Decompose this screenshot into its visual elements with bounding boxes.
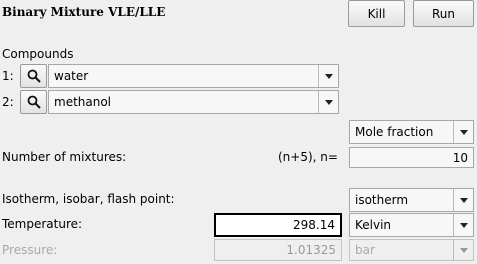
mixtures-label: Number of mixtures: bbox=[2, 150, 127, 164]
mode-select[interactable]: isotherm bbox=[349, 188, 474, 212]
compound-2-select[interactable]: methanol bbox=[48, 90, 339, 114]
temperature-input[interactable]: 298.14 bbox=[214, 213, 342, 237]
compound-1-index: 1: bbox=[2, 69, 14, 83]
window-title: Binary Mixture VLE/LLE bbox=[2, 5, 166, 19]
pressure-label: Pressure: bbox=[2, 243, 58, 257]
compound-2-dropdown-arrow[interactable] bbox=[318, 91, 338, 113]
pressure-input[interactable]: 1.01325 bbox=[214, 239, 342, 261]
composition-unit-value: Mole fraction bbox=[355, 125, 434, 139]
chevron-down-icon bbox=[324, 99, 333, 105]
chevron-down-icon bbox=[324, 73, 333, 79]
temperature-unit-value: Kelvin bbox=[355, 218, 392, 232]
composition-unit-dropdown-arrow[interactable] bbox=[453, 121, 473, 143]
compound-2-search-button[interactable] bbox=[20, 90, 47, 114]
compound-1-search-button[interactable] bbox=[20, 64, 47, 88]
mode-label: Isotherm, isobar, flash point: bbox=[2, 192, 175, 206]
compound-1-value: water bbox=[54, 69, 89, 83]
run-button[interactable]: Run bbox=[413, 0, 474, 27]
search-icon bbox=[27, 95, 41, 109]
temperature-unit-select[interactable]: Kelvin bbox=[349, 213, 474, 237]
composition-unit-select[interactable]: Mole fraction bbox=[349, 120, 474, 144]
mode-value: isotherm bbox=[355, 193, 409, 207]
chevron-down-icon bbox=[459, 129, 468, 135]
kill-button[interactable]: Kill bbox=[348, 0, 405, 27]
temperature-label: Temperature: bbox=[2, 217, 83, 231]
pressure-unit-value: bar bbox=[355, 243, 375, 257]
mode-dropdown-arrow[interactable] bbox=[453, 189, 473, 211]
compound-1-select[interactable]: water bbox=[48, 64, 339, 88]
compound-1-dropdown-arrow[interactable] bbox=[318, 65, 338, 87]
compound-2-value: methanol bbox=[54, 95, 112, 109]
pressure-unit-select[interactable]: bar bbox=[349, 239, 474, 261]
chevron-down-icon bbox=[459, 197, 468, 203]
compounds-heading: Compounds bbox=[2, 47, 74, 61]
chevron-down-icon bbox=[459, 222, 468, 228]
compound-2-index: 2: bbox=[2, 95, 14, 109]
mixtures-input[interactable]: 10 bbox=[349, 147, 474, 168]
mixtures-formula: (n+5), n= bbox=[278, 150, 338, 164]
temperature-unit-dropdown-arrow[interactable] bbox=[453, 214, 473, 236]
pressure-unit-dropdown-arrow[interactable] bbox=[453, 240, 473, 260]
search-icon bbox=[27, 69, 41, 83]
chevron-down-icon bbox=[459, 247, 468, 253]
